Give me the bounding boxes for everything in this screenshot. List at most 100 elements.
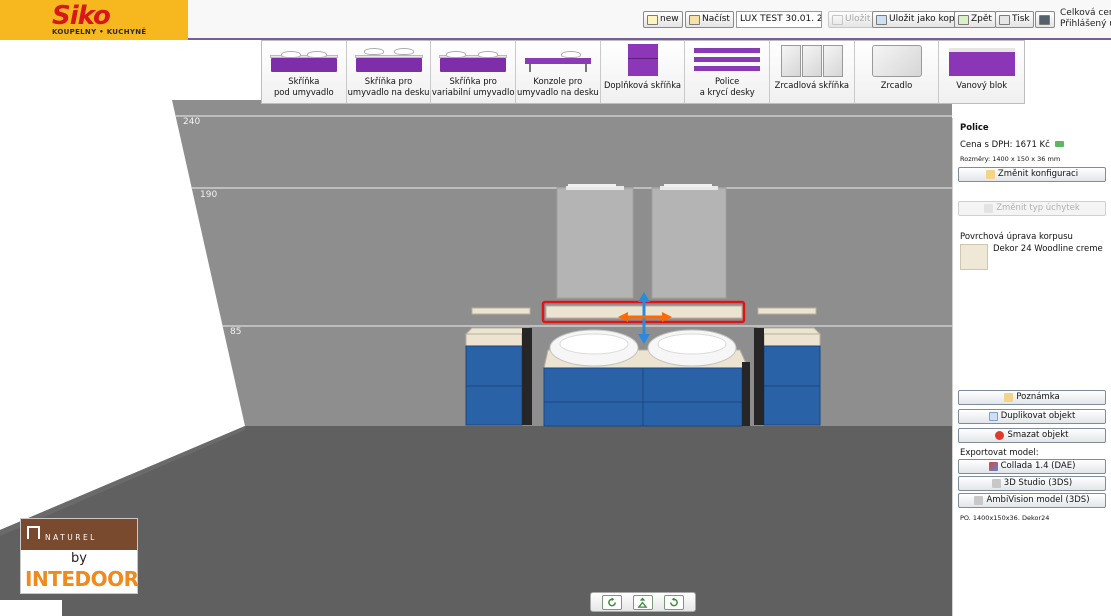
tool-shelf[interactable]: Police a krycí desky — [685, 41, 771, 103]
save-icon — [832, 14, 843, 25]
mirror-right[interactable] — [651, 186, 727, 299]
rotate-left-button[interactable] — [602, 594, 623, 610]
move-view-icon — [637, 596, 648, 608]
print-button[interactable]: Tisk — [995, 11, 1034, 28]
cube-icon — [991, 479, 1001, 488]
move-view-button[interactable] — [632, 594, 653, 610]
total-price-label: Celková cena — [1060, 8, 1111, 18]
object-title: Police — [960, 123, 989, 133]
tool-console[interactable]: Konzole pro umyvadlo na desku — [516, 41, 601, 103]
height-label-85: 85 — [230, 327, 241, 337]
properties-panel: Police Cena s DPH: 1671 Kč Rozměry: 1400… — [952, 118, 1111, 616]
intedoor-logo: NATUREL by INTEDOOR — [20, 518, 139, 594]
vanity-cabinet-icon — [267, 44, 341, 74]
side-cabinet-left[interactable] — [464, 327, 532, 426]
rotate-right-icon — [670, 596, 679, 606]
side-cabinet-icon — [606, 44, 680, 78]
tool-mirror[interactable]: Zrcadlo — [854, 41, 940, 103]
cube-icon — [974, 496, 984, 505]
note-button[interactable]: Poznámka — [958, 390, 1106, 405]
back-button-label: Zpět — [971, 14, 992, 24]
tool-label: Doplňková skříňka — [603, 80, 682, 90]
tool-label: Skříňka pro variabilní umyvadlo — [431, 76, 515, 97]
tool-vanity-cabinet[interactable]: Skříňka pod umyvadlo — [262, 41, 347, 103]
money-icon — [1054, 141, 1064, 147]
app-window: Siko KOUPELNY • KUCHYNĚ new Načíst LUX T… — [0, 0, 1111, 616]
product-code: PO. 1400x150x36. Dekor24 — [960, 514, 1050, 522]
new-document-icon — [647, 14, 658, 25]
change-config-label: Změnit konfiguraci — [997, 169, 1079, 179]
category-toolbar: Skříňka pod umyvadlo Skříňka pro umyvadl… — [261, 40, 1025, 104]
tool-side-cabinet[interactable]: Doplňková skříňka — [600, 41, 686, 103]
left-void — [0, 100, 172, 425]
rotate-right-button[interactable] — [663, 594, 684, 610]
save-copy-button[interactable]: Uložit jako kopii — [872, 11, 964, 28]
note-label: Poznámka — [1016, 392, 1060, 402]
by-text: by — [71, 551, 87, 566]
shelf-icon — [690, 44, 764, 74]
side-shelf-right[interactable] — [757, 307, 817, 315]
mirror-cabinet-icon — [775, 44, 849, 78]
rotate-left-icon — [607, 596, 616, 606]
edit-icon — [985, 170, 995, 179]
export-collada-label: Collada 1.4 (DAE) — [1000, 461, 1076, 471]
tool-bathtub-block[interactable]: Vanový blok — [939, 41, 1025, 103]
mirror-left[interactable] — [556, 186, 634, 299]
view-navigation — [590, 592, 696, 612]
save-copy-icon — [876, 14, 887, 25]
tool-mirror-cabinet[interactable]: Zrcadlová skříňka — [770, 41, 855, 103]
naturel-band: NATUREL — [21, 519, 137, 550]
back-arrow-icon — [958, 14, 969, 25]
logged-in-label: Přihlášený uživ — [1060, 19, 1111, 29]
monitor-icon — [1039, 14, 1050, 25]
note-icon — [1004, 393, 1014, 402]
brand-name: Siko — [52, 1, 111, 31]
tool-label: Vanový blok — [956, 80, 1008, 90]
sink-left[interactable] — [549, 329, 639, 367]
export-ambivision-button[interactable]: AmbiVision model (3DS) — [958, 493, 1106, 508]
header-bar: Siko KOUPELNY • KUCHYNĚ new Načíst LUX T… — [0, 0, 1111, 40]
height-label-240: 240 — [183, 117, 200, 127]
side-shelf-left[interactable] — [471, 307, 531, 315]
countertop-cabinet-icon — [352, 44, 426, 74]
surface-value: Dekor 24 Woodline creme — [993, 244, 1103, 254]
scene-canvas[interactable]: 240 190 85 — [0, 100, 952, 616]
project-name-field[interactable]: LUX TEST 30.01. 201 — [736, 11, 822, 28]
export-ambivision-label: AmbiVision model (3DS) — [986, 495, 1090, 505]
export-3ds-label: 3D Studio (3DS) — [1003, 478, 1073, 488]
side-cabinet-right[interactable] — [754, 327, 822, 426]
intedoor-text: INTEDOOR — [25, 567, 139, 591]
tool-variable-basin-cabinet[interactable]: Skříňka pro variabilní umyvadlo — [431, 41, 517, 103]
tool-label: Police a krycí desky — [699, 76, 755, 97]
duplicate-button[interactable]: Duplikovat objekt — [958, 409, 1106, 424]
sink-right[interactable] — [647, 329, 737, 367]
variable-basin-cabinet-icon — [436, 44, 510, 74]
folder-icon — [689, 14, 700, 25]
3d-viewport[interactable]: 240 190 85 — [0, 100, 952, 616]
light-right — [664, 184, 712, 187]
back-button[interactable]: Zpět — [954, 11, 996, 28]
change-handle-button[interactable]: Změnit typ úchytek — [958, 201, 1106, 216]
delete-icon — [995, 431, 1005, 440]
new-button[interactable]: new — [643, 11, 683, 28]
save-copy-button-label: Uložit jako kopii — [889, 14, 960, 24]
print-button-label: Tisk — [1012, 14, 1030, 24]
printer-icon — [999, 14, 1010, 25]
delete-button[interactable]: Smazat objekt — [958, 428, 1106, 443]
save-button[interactable]: Uložit — [828, 11, 875, 28]
change-config-button[interactable]: Změnit konfiguraci — [958, 167, 1106, 182]
change-handle-label: Změnit typ úchytek — [996, 203, 1080, 213]
monitor-button[interactable] — [1035, 11, 1055, 28]
console-icon — [521, 44, 595, 74]
tool-countertop-cabinet[interactable]: Skříňka pro umyvadlo na desku — [346, 41, 432, 103]
handle-icon — [984, 204, 994, 213]
export-label: Exportovat model: — [960, 448, 1039, 458]
load-button[interactable]: Načíst — [685, 11, 734, 28]
decor-swatch[interactable] — [960, 244, 988, 270]
export-collada-button[interactable]: Collada 1.4 (DAE) — [958, 459, 1106, 474]
export-3ds-button[interactable]: 3D Studio (3DS) — [958, 476, 1106, 491]
save-button-label: Uložit — [845, 14, 871, 24]
new-button-label: new — [660, 14, 679, 24]
light-left — [568, 184, 616, 187]
naturel-text: NATUREL — [45, 533, 97, 542]
